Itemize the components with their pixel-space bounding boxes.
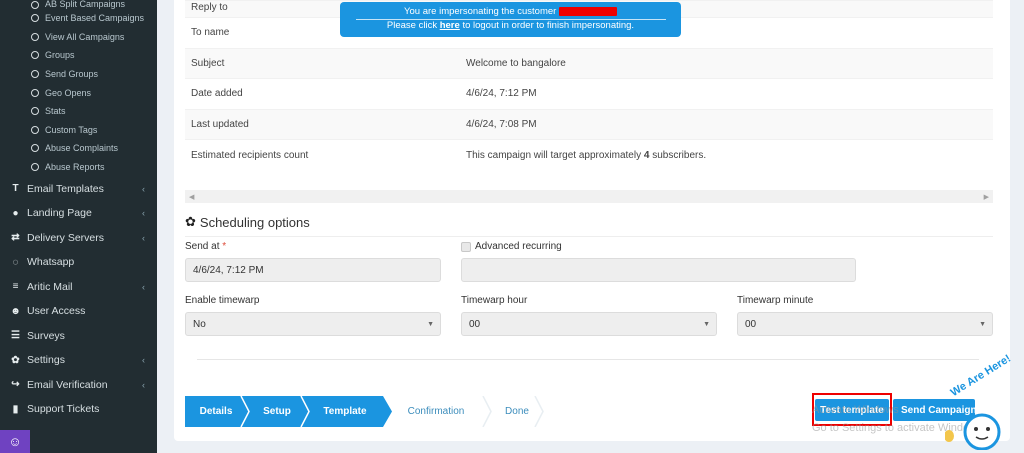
advanced-recurring-input[interactable] — [461, 258, 856, 282]
impersonation-banner: You are impersonating the customer Pleas… — [340, 2, 681, 37]
sidebar-item-delivery-servers[interactable]: ⇄ Delivery Servers ‹ — [0, 225, 157, 250]
circle-icon — [31, 144, 39, 153]
caret-down-icon: ▼ — [703, 320, 710, 328]
sidebar-item-user-access[interactable]: ☻ User Access — [0, 299, 157, 324]
globe-icon: ● — [12, 207, 19, 219]
campaign-card: Reply to To name [EMAIL] Subject Welcome… — [174, 0, 1010, 441]
logout-here-link[interactable]: here — [440, 20, 460, 31]
sidebar-item-email-verification[interactable]: ↪ Email Verification ‹ — [0, 372, 157, 397]
circle-icon — [31, 51, 39, 60]
circle-icon — [31, 1, 39, 9]
sidebar-item-whatsapp[interactable]: ◌ Whatsapp — [0, 250, 157, 275]
recipients-count: This campaign will target approximately … — [466, 149, 707, 161]
divider — [185, 236, 993, 237]
send-at-label: Send at * — [185, 241, 227, 252]
horizontal-scrollbar[interactable]: ◀ ▶ — [185, 190, 993, 203]
table-row: Estimated recipients count This campaign… — [185, 139, 993, 170]
circle-icon — [31, 125, 39, 134]
sidebar-subitem-geo-opens[interactable]: Geo Opens — [0, 83, 157, 102]
sidebar-subitem-ab-split[interactable]: AB Split Campaigns — [0, 0, 157, 9]
list-icon: ☰ — [11, 330, 20, 342]
step-details[interactable]: Details — [185, 396, 247, 427]
users-icon: ☻ — [10, 305, 21, 317]
windows-watermark-title: Activate Windows — [812, 404, 899, 416]
sidebar-subitem-custom-tags[interactable]: Custom Tags — [0, 121, 157, 140]
scroll-right-icon[interactable]: ▶ — [984, 193, 989, 201]
table-row: Last updated 4/6/24, 7:08 PM — [185, 108, 993, 140]
caret-down-icon: ▼ — [427, 320, 434, 328]
circle-icon — [31, 70, 39, 79]
circle-icon — [31, 88, 39, 97]
sidebar-subitem-stats[interactable]: Stats — [0, 102, 157, 121]
send-at-input[interactable]: 4/6/24, 7:12 PM — [185, 258, 441, 282]
share-icon: ↪ — [11, 379, 20, 391]
advanced-recurring-checkbox[interactable] — [461, 242, 471, 252]
sidebar-subitem-view-all-campaigns[interactable]: View All Campaigns — [0, 28, 157, 47]
circle-icon — [31, 32, 39, 41]
ticket-icon: ▮ — [12, 403, 19, 415]
sidebar-item-email-templates[interactable]: T Email Templates ‹ — [0, 176, 157, 201]
caret-down-icon: ▼ — [979, 320, 986, 328]
cog-icon: ✿ — [11, 354, 20, 366]
timewarp-hour-select[interactable]: 00 ▼ — [461, 312, 717, 336]
step-setup[interactable]: Setup — [247, 396, 307, 427]
chevron-left-icon: ‹ — [142, 232, 145, 243]
sidebar-item-surveys[interactable]: ☰ Surveys — [0, 323, 157, 348]
timewarp-minute-select[interactable]: 00 ▼ — [737, 312, 993, 336]
exchange-icon: ⇄ — [11, 232, 20, 244]
timewarp-select[interactable]: No ▼ — [185, 312, 441, 336]
chevron-left-icon: ‹ — [142, 183, 145, 194]
advanced-recurring-label: Advanced recurring — [475, 241, 562, 252]
chevron-left-icon: ‹ — [142, 208, 145, 219]
sidebar-item-settings[interactable]: ✿ Settings ‹ — [0, 348, 157, 373]
redacted-name — [558, 6, 617, 16]
step-confirmation[interactable]: Confirmation — [383, 396, 489, 427]
sidebar-item-support-tickets[interactable]: ▮ Support Tickets — [0, 397, 157, 422]
gear-icon: ✿ — [185, 214, 196, 229]
main-content: Reply to To name [EMAIL] Subject Welcome… — [157, 0, 1024, 453]
circle-icon — [31, 14, 39, 23]
chevron-left-icon: ‹ — [142, 281, 145, 292]
circle-icon — [31, 163, 39, 172]
timewarp-label: Enable timewarp — [185, 295, 260, 306]
text-format-icon: T — [12, 183, 19, 195]
timewarp-minute-label: Timewarp minute — [737, 295, 814, 306]
list-icon: ≡ — [12, 281, 19, 293]
circle-icon — [31, 107, 39, 116]
sidebar-item-aritic-mail[interactable]: ≡ Aritic Mail ‹ — [0, 274, 157, 299]
chevron-left-icon: ‹ — [142, 355, 145, 366]
table-row: Subject Welcome to bangalore — [185, 47, 993, 79]
mascot-chat-icon[interactable] — [945, 392, 1020, 450]
sidebar-subitem-groups[interactable]: Groups — [0, 46, 157, 65]
sidebar-subitem-abuse-reports[interactable]: Abuse Reports — [0, 158, 157, 177]
wizard-steps: Details Setup Template Confirmation Done — [185, 396, 545, 427]
sidebar-item-landing-page[interactable]: ● Landing Page ‹ — [0, 201, 157, 226]
sidebar: AB Split Campaigns Event Based Campaigns… — [0, 0, 157, 453]
timewarp-hour-label: Timewarp hour — [461, 295, 528, 306]
chat-icon[interactable]: ☺ — [0, 430, 30, 453]
whatsapp-icon: ◌ — [12, 256, 19, 268]
sidebar-subitem-send-groups[interactable]: Send Groups — [0, 65, 157, 84]
scheduling-title: ✿ Scheduling options — [185, 214, 310, 230]
table-row: Date added 4/6/24, 7:12 PM — [185, 78, 993, 109]
divider — [197, 359, 979, 360]
chevron-left-icon: ‹ — [142, 379, 145, 390]
sidebar-subitem-abuse-complaints[interactable]: Abuse Complaints — [0, 139, 157, 158]
sidebar-subitem-event-based-campaigns[interactable]: Event Based Campaigns — [0, 9, 157, 28]
scroll-left-icon[interactable]: ◀ — [189, 193, 194, 201]
step-done[interactable]: Done — [489, 396, 545, 427]
step-template[interactable]: Template — [307, 396, 383, 427]
